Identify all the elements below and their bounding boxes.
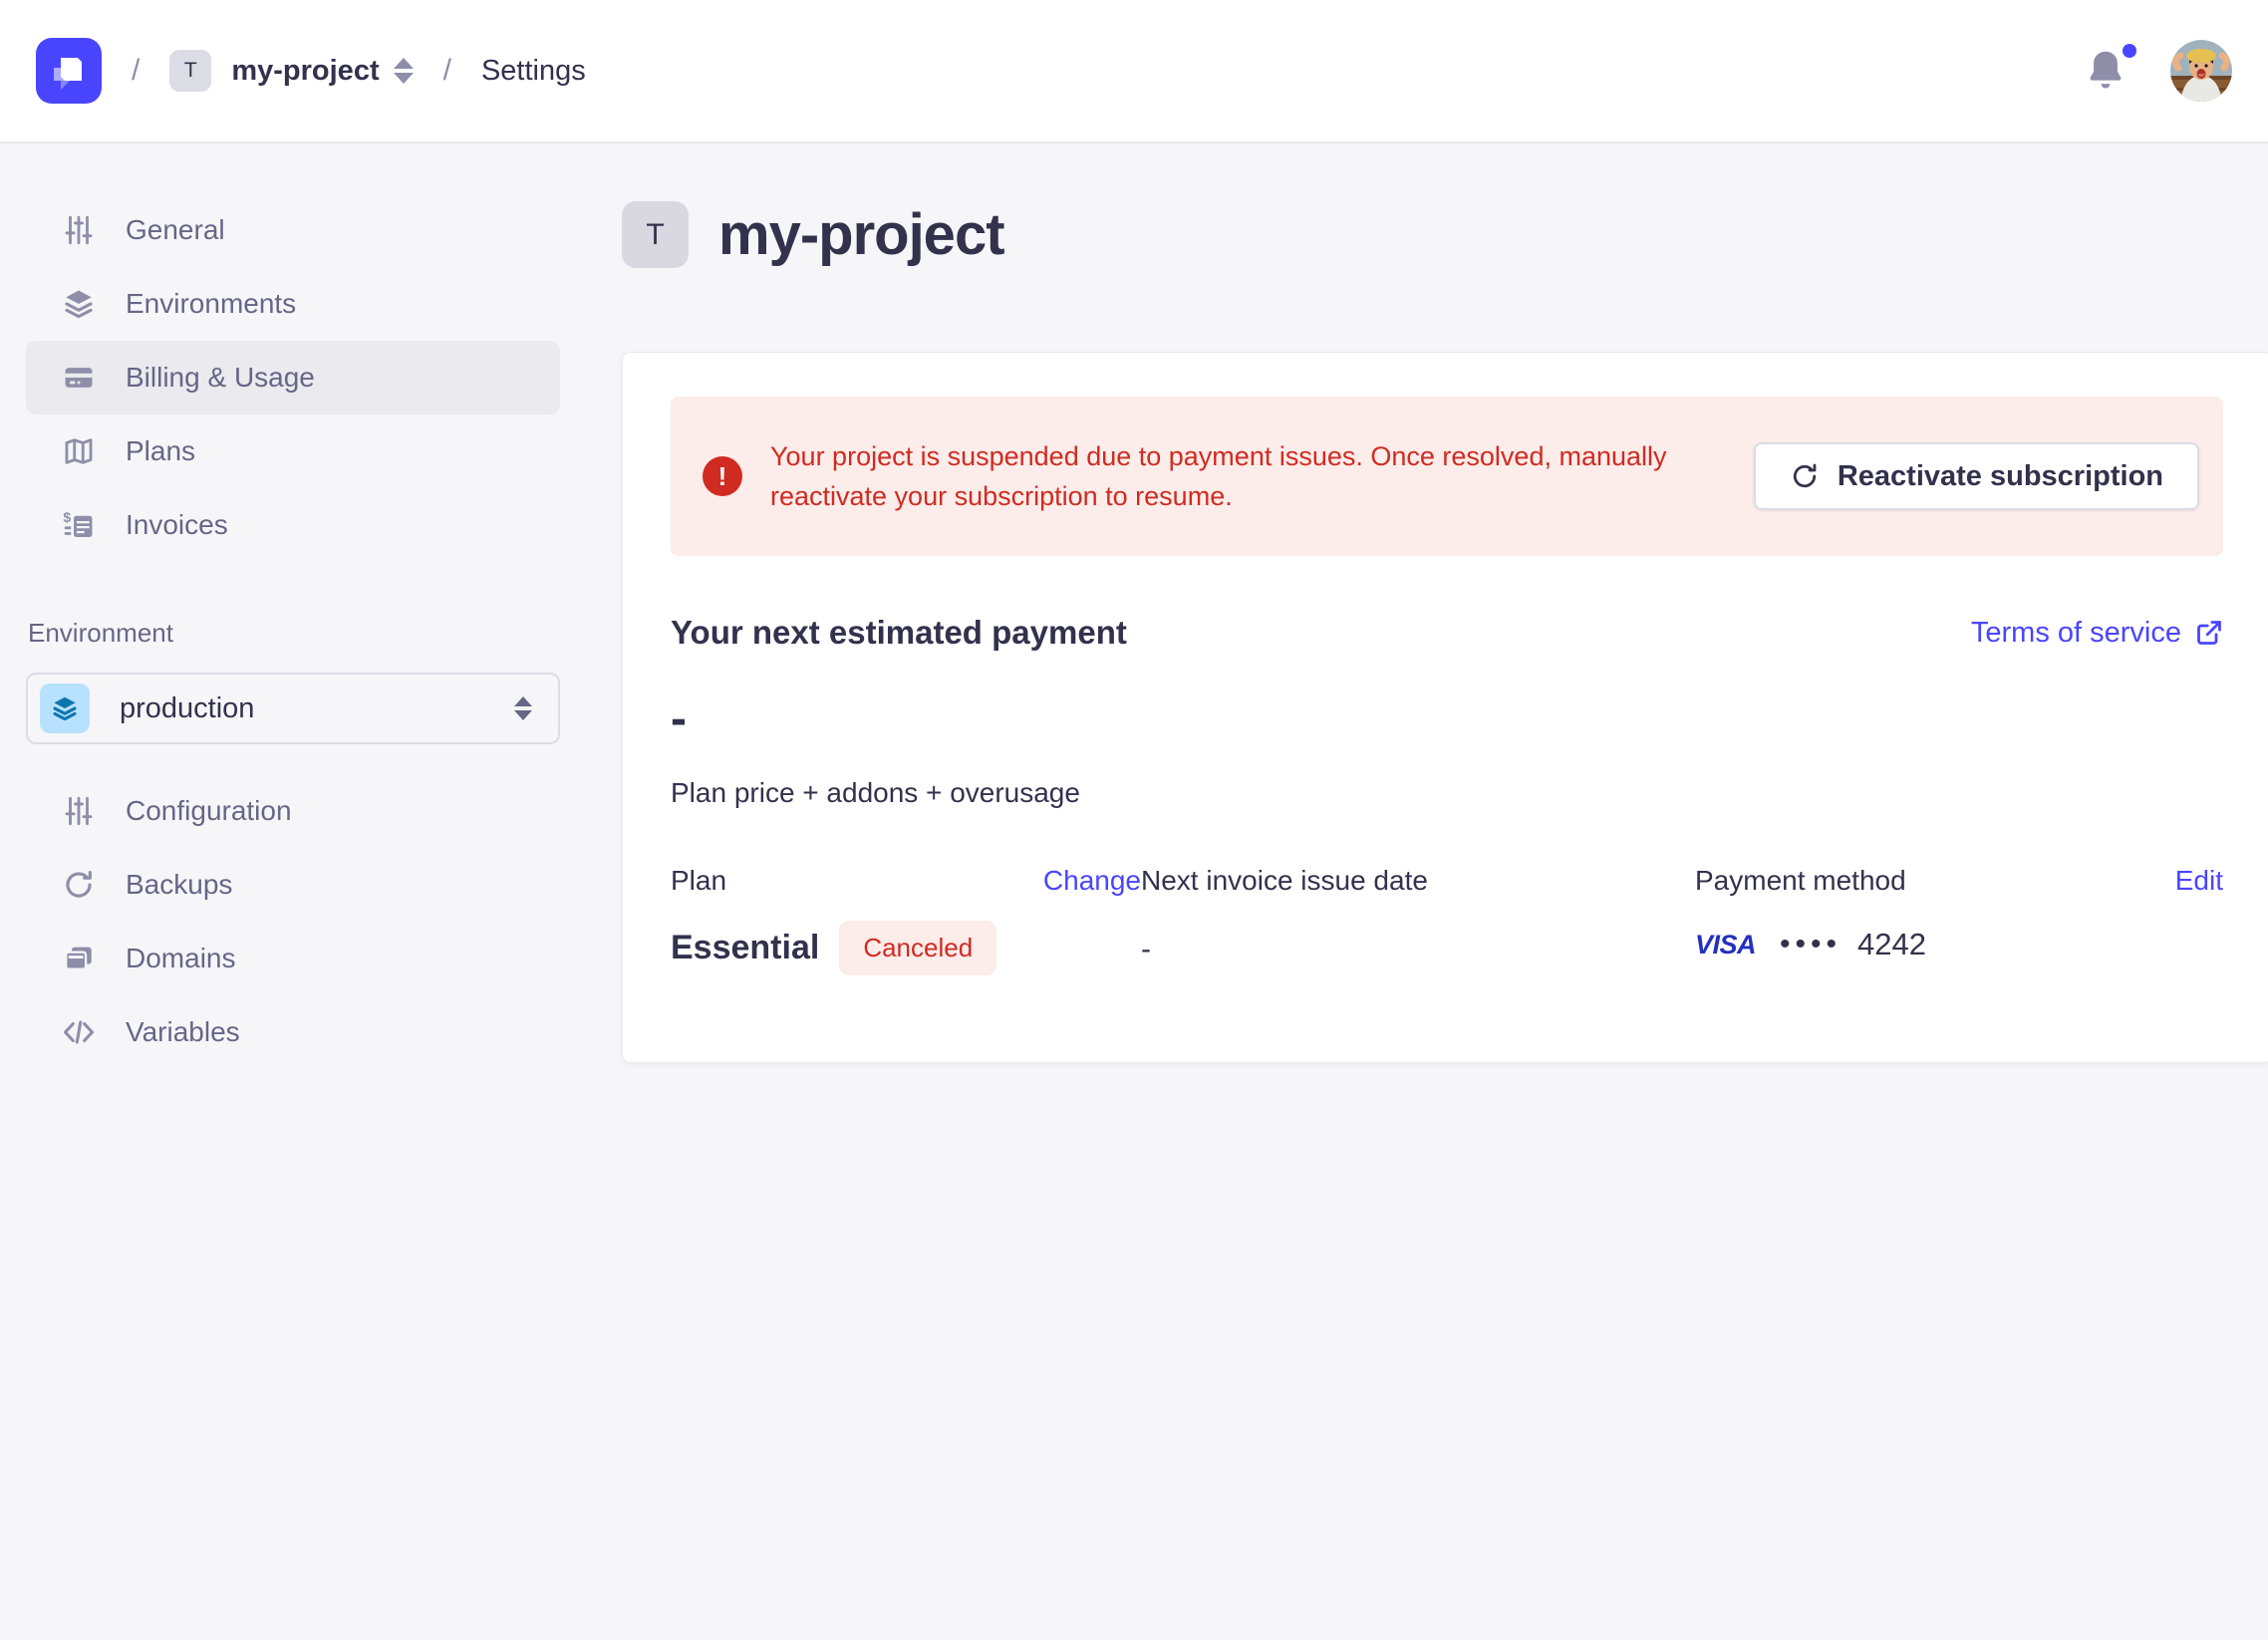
breadcrumb-settings[interactable]: Settings	[481, 55, 586, 88]
sidebar-item-label: Configuration	[126, 795, 292, 827]
notifications-button[interactable]	[2085, 48, 2130, 94]
sidebar-item-billing-usage[interactable]: Billing & Usage	[26, 341, 560, 414]
layers-icon	[62, 287, 96, 321]
project-title-badge: T	[622, 201, 689, 268]
environment-select-chevrons-icon	[514, 696, 532, 720]
card-last4: 4242	[1857, 927, 1926, 962]
sidebar-item-label: Billing & Usage	[126, 362, 315, 394]
invoice-icon: $	[62, 508, 96, 542]
plan-name: Essential	[671, 929, 819, 967]
alert-exclamation-icon: !	[703, 456, 742, 496]
refresh-icon	[1790, 461, 1820, 491]
payment-heading-row: Your next estimated payment Terms of ser…	[671, 614, 2223, 652]
sliders-icon	[62, 213, 96, 247]
user-avatar[interactable]	[2170, 40, 2232, 102]
sidebar-item-configuration[interactable]: Configuration	[26, 774, 560, 848]
page: / T my-project / Settings	[0, 0, 2268, 1640]
payment-method-label: Payment method	[1695, 865, 1906, 897]
breadcrumb-project-badge: T	[169, 50, 211, 92]
topbar: / T my-project / Settings	[0, 0, 2268, 143]
notification-dot	[2123, 44, 2136, 58]
bell-icon	[2085, 48, 2126, 94]
environment-select[interactable]: production	[26, 673, 560, 744]
billing-card: ! Your project is suspended due to payme…	[622, 352, 2268, 1063]
payment-heading: Your next estimated payment	[671, 614, 1127, 652]
canceled-badge: Canceled	[839, 921, 996, 975]
code-icon	[62, 1015, 96, 1049]
payment-method-column: Payment method Edit VISA •••• 4242	[1695, 865, 2223, 975]
visa-logo: VISA	[1695, 930, 1756, 960]
sidebar-item-label: Domains	[126, 943, 235, 974]
credit-card-icon	[62, 361, 96, 395]
strapi-logo-icon	[36, 38, 102, 104]
environment-section-label: Environment	[28, 618, 560, 649]
terms-of-service-link[interactable]: Terms of service	[1971, 617, 2223, 650]
terms-of-service-label: Terms of service	[1971, 617, 2181, 650]
billing-details-row: Plan Change Essential Canceled Next invo…	[671, 865, 2223, 975]
breadcrumb-separator: /	[132, 54, 140, 88]
map-icon	[62, 434, 96, 468]
suspension-alert: ! Your project is suspended due to payme…	[671, 397, 2223, 556]
plan-column: Plan Change Essential Canceled	[671, 865, 1141, 975]
settings-sidebar: General Environments	[0, 143, 590, 1640]
page-title: my-project	[718, 201, 1004, 268]
sidebar-item-domains[interactable]: Domains	[26, 922, 560, 995]
environment-select-value: production	[120, 692, 500, 725]
sliders-icon	[62, 794, 96, 828]
reactivate-subscription-button[interactable]: Reactivate subscription	[1754, 442, 2199, 510]
sidebar-item-label: Plans	[126, 435, 195, 467]
sidebar-item-environments[interactable]: Environments	[26, 267, 560, 341]
sidebar-item-label: General	[126, 214, 225, 246]
breadcrumb-project-name[interactable]: my-project	[231, 55, 379, 88]
strapi-logo[interactable]	[36, 38, 102, 104]
sidebar-item-backups[interactable]: Backups	[26, 848, 560, 922]
next-invoice-value: -	[1141, 933, 1695, 966]
folders-icon	[62, 942, 96, 975]
avatar-image	[2170, 40, 2232, 102]
sidebar-item-label: Variables	[126, 1016, 240, 1048]
environment-layers-icon	[40, 683, 90, 733]
main-content: T my-project ! Your project is suspended…	[590, 143, 2268, 1640]
sidebar-item-invoices[interactable]: $ Invoices	[26, 488, 560, 562]
next-invoice-column: Next invoice issue date -	[1141, 865, 1695, 975]
sidebar-item-label: Backups	[126, 869, 232, 901]
refresh-icon	[62, 868, 96, 902]
plan-label: Plan	[671, 865, 726, 897]
project-switcher-chevrons-icon[interactable]	[394, 58, 414, 84]
external-link-icon	[2195, 619, 2223, 647]
sidebar-item-label: Environments	[126, 288, 296, 320]
sidebar-item-label: Invoices	[126, 509, 228, 541]
sidebar-item-plans[interactable]: Plans	[26, 414, 560, 488]
card-masked-dots: ••••	[1780, 928, 1842, 961]
payment-formula: Plan price + addons + overusage	[671, 777, 2223, 809]
estimated-payment-amount: -	[671, 695, 2223, 743]
breadcrumb-separator: /	[443, 54, 451, 88]
sidebar-item-variables[interactable]: Variables	[26, 995, 560, 1069]
reactivate-subscription-label: Reactivate subscription	[1838, 460, 2163, 493]
project-title-row: T my-project	[622, 201, 2268, 268]
svg-text:$: $	[63, 510, 71, 526]
alert-message: Your project is suspended due to payment…	[770, 436, 1714, 516]
edit-payment-method-link[interactable]: Edit	[2175, 865, 2223, 897]
sidebar-item-general[interactable]: General	[26, 193, 560, 267]
change-plan-link[interactable]: Change	[1043, 865, 1141, 897]
next-invoice-label: Next invoice issue date	[1141, 865, 1428, 897]
